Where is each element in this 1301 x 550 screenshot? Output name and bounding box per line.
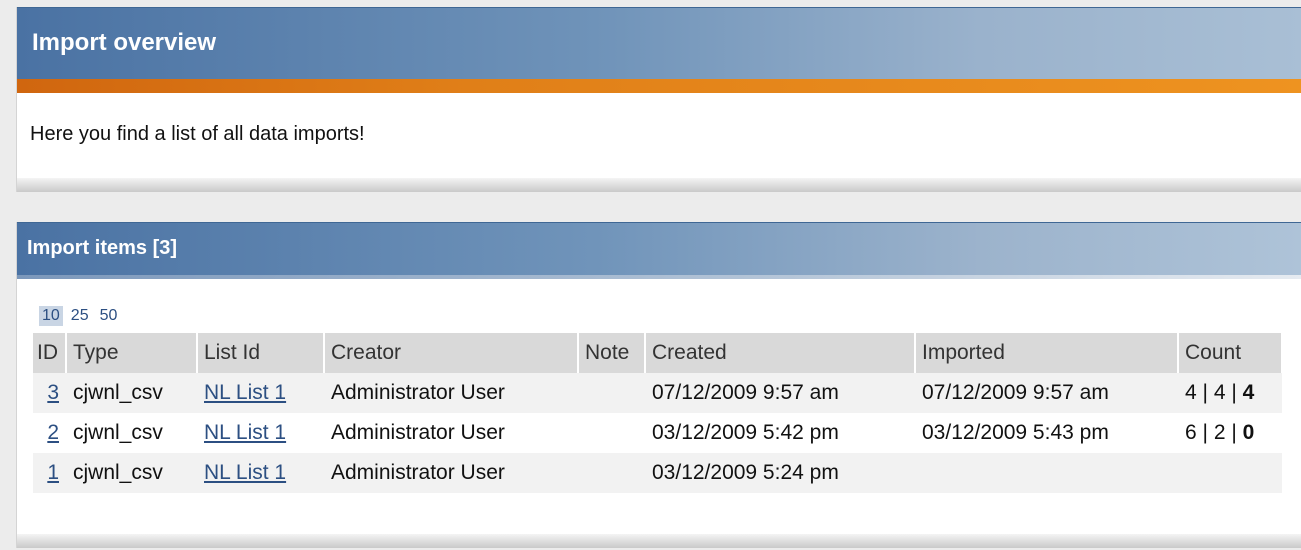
import-items-header: Import items [3] — [17, 222, 1301, 275]
import-items-panel: Import items [3] 10 25 50 ID Type List Id … — [16, 222, 1301, 548]
panel-footer-strip — [17, 534, 1301, 548]
column-header-list-id: List Id — [197, 333, 325, 373]
row-list-id-link[interactable]: NL List 1 — [204, 381, 286, 404]
page-size-selector: 10 25 50 — [39, 306, 125, 326]
header-accent-bar — [17, 79, 1301, 93]
row-type: cjwnl_csv — [66, 453, 197, 493]
page-size-option[interactable]: 50 — [97, 306, 121, 326]
import-overview-panel: Import overview Here you find a list of … — [16, 7, 1301, 192]
row-id-cell: 1 — [33, 453, 66, 493]
header-sub-bar — [17, 275, 1301, 279]
column-header-count: Count — [1178, 333, 1283, 373]
row-list-id-cell: NL List 1 — [197, 453, 324, 493]
row-count: 6 | 2 | 0 — [1178, 413, 1282, 453]
row-id-cell: 3 — [33, 373, 66, 413]
column-header-type: Type — [66, 333, 198, 373]
page-size-option[interactable]: 10 — [39, 306, 63, 326]
row-list-id-cell: NL List 1 — [197, 413, 324, 453]
row-imported: 03/12/2009 5:43 pm — [915, 413, 1178, 453]
table-header-row: ID Type List Id Creator Note Created Imp… — [33, 333, 1283, 373]
row-created: 07/12/2009 9:57 am — [645, 373, 915, 413]
column-header-created: Created — [645, 333, 916, 373]
table-row: 2 cjwnl_csv NL List 1 Administrator User… — [33, 413, 1282, 453]
row-count-b: 2 — [1213, 421, 1226, 444]
row-list-id-link[interactable]: NL List 1 — [204, 461, 286, 484]
row-id-link[interactable]: 3 — [47, 381, 59, 404]
row-count-a: 6 — [1185, 421, 1197, 444]
row-imported: 07/12/2009 9:57 am — [915, 373, 1178, 413]
column-header-creator: Creator — [324, 333, 579, 373]
row-count-c: 0 — [1242, 421, 1255, 444]
row-count-a: 4 — [1185, 381, 1197, 404]
row-note — [578, 373, 645, 413]
table-row: 3 cjwnl_csv NL List 1 Administrator User… — [33, 373, 1282, 413]
panel-footer-strip — [17, 178, 1301, 192]
column-header-id: ID — [33, 333, 67, 373]
import-items-title: Import items [3] — [27, 237, 178, 259]
page-size-option[interactable]: 25 — [68, 306, 92, 326]
row-count-b: 4 — [1213, 381, 1226, 404]
row-count — [1178, 453, 1282, 493]
column-header-imported: Imported — [915, 333, 1179, 373]
row-created: 03/12/2009 5:24 pm — [645, 453, 915, 493]
row-created: 03/12/2009 5:42 pm — [645, 413, 915, 453]
row-type: cjwnl_csv — [66, 373, 197, 413]
import-items-table: ID Type List Id Creator Note Created Imp… — [33, 333, 1283, 493]
row-id-link[interactable]: 2 — [47, 421, 59, 444]
row-list-id-link[interactable]: NL List 1 — [204, 421, 286, 444]
row-id-cell: 2 — [33, 413, 66, 453]
row-id-link[interactable]: 1 — [47, 461, 59, 484]
row-count-c: 4 — [1242, 381, 1255, 404]
column-header-note: Note — [578, 333, 646, 373]
row-creator: Administrator User — [324, 413, 578, 453]
row-note — [578, 453, 645, 493]
import-overview-title: Import overview — [32, 29, 217, 56]
row-creator: Administrator User — [324, 373, 578, 413]
row-type: cjwnl_csv — [66, 413, 197, 453]
row-creator: Administrator User — [324, 453, 578, 493]
row-note — [578, 413, 645, 453]
row-count: 4 | 4 | 4 — [1178, 373, 1282, 413]
import-overview-intro: Here you find a list of all data imports… — [30, 123, 365, 145]
import-overview-header: Import overview — [17, 7, 1301, 79]
row-list-id-cell: NL List 1 — [197, 373, 324, 413]
row-imported — [915, 453, 1178, 493]
table-row: 1 cjwnl_csv NL List 1 Administrator User… — [33, 453, 1282, 493]
